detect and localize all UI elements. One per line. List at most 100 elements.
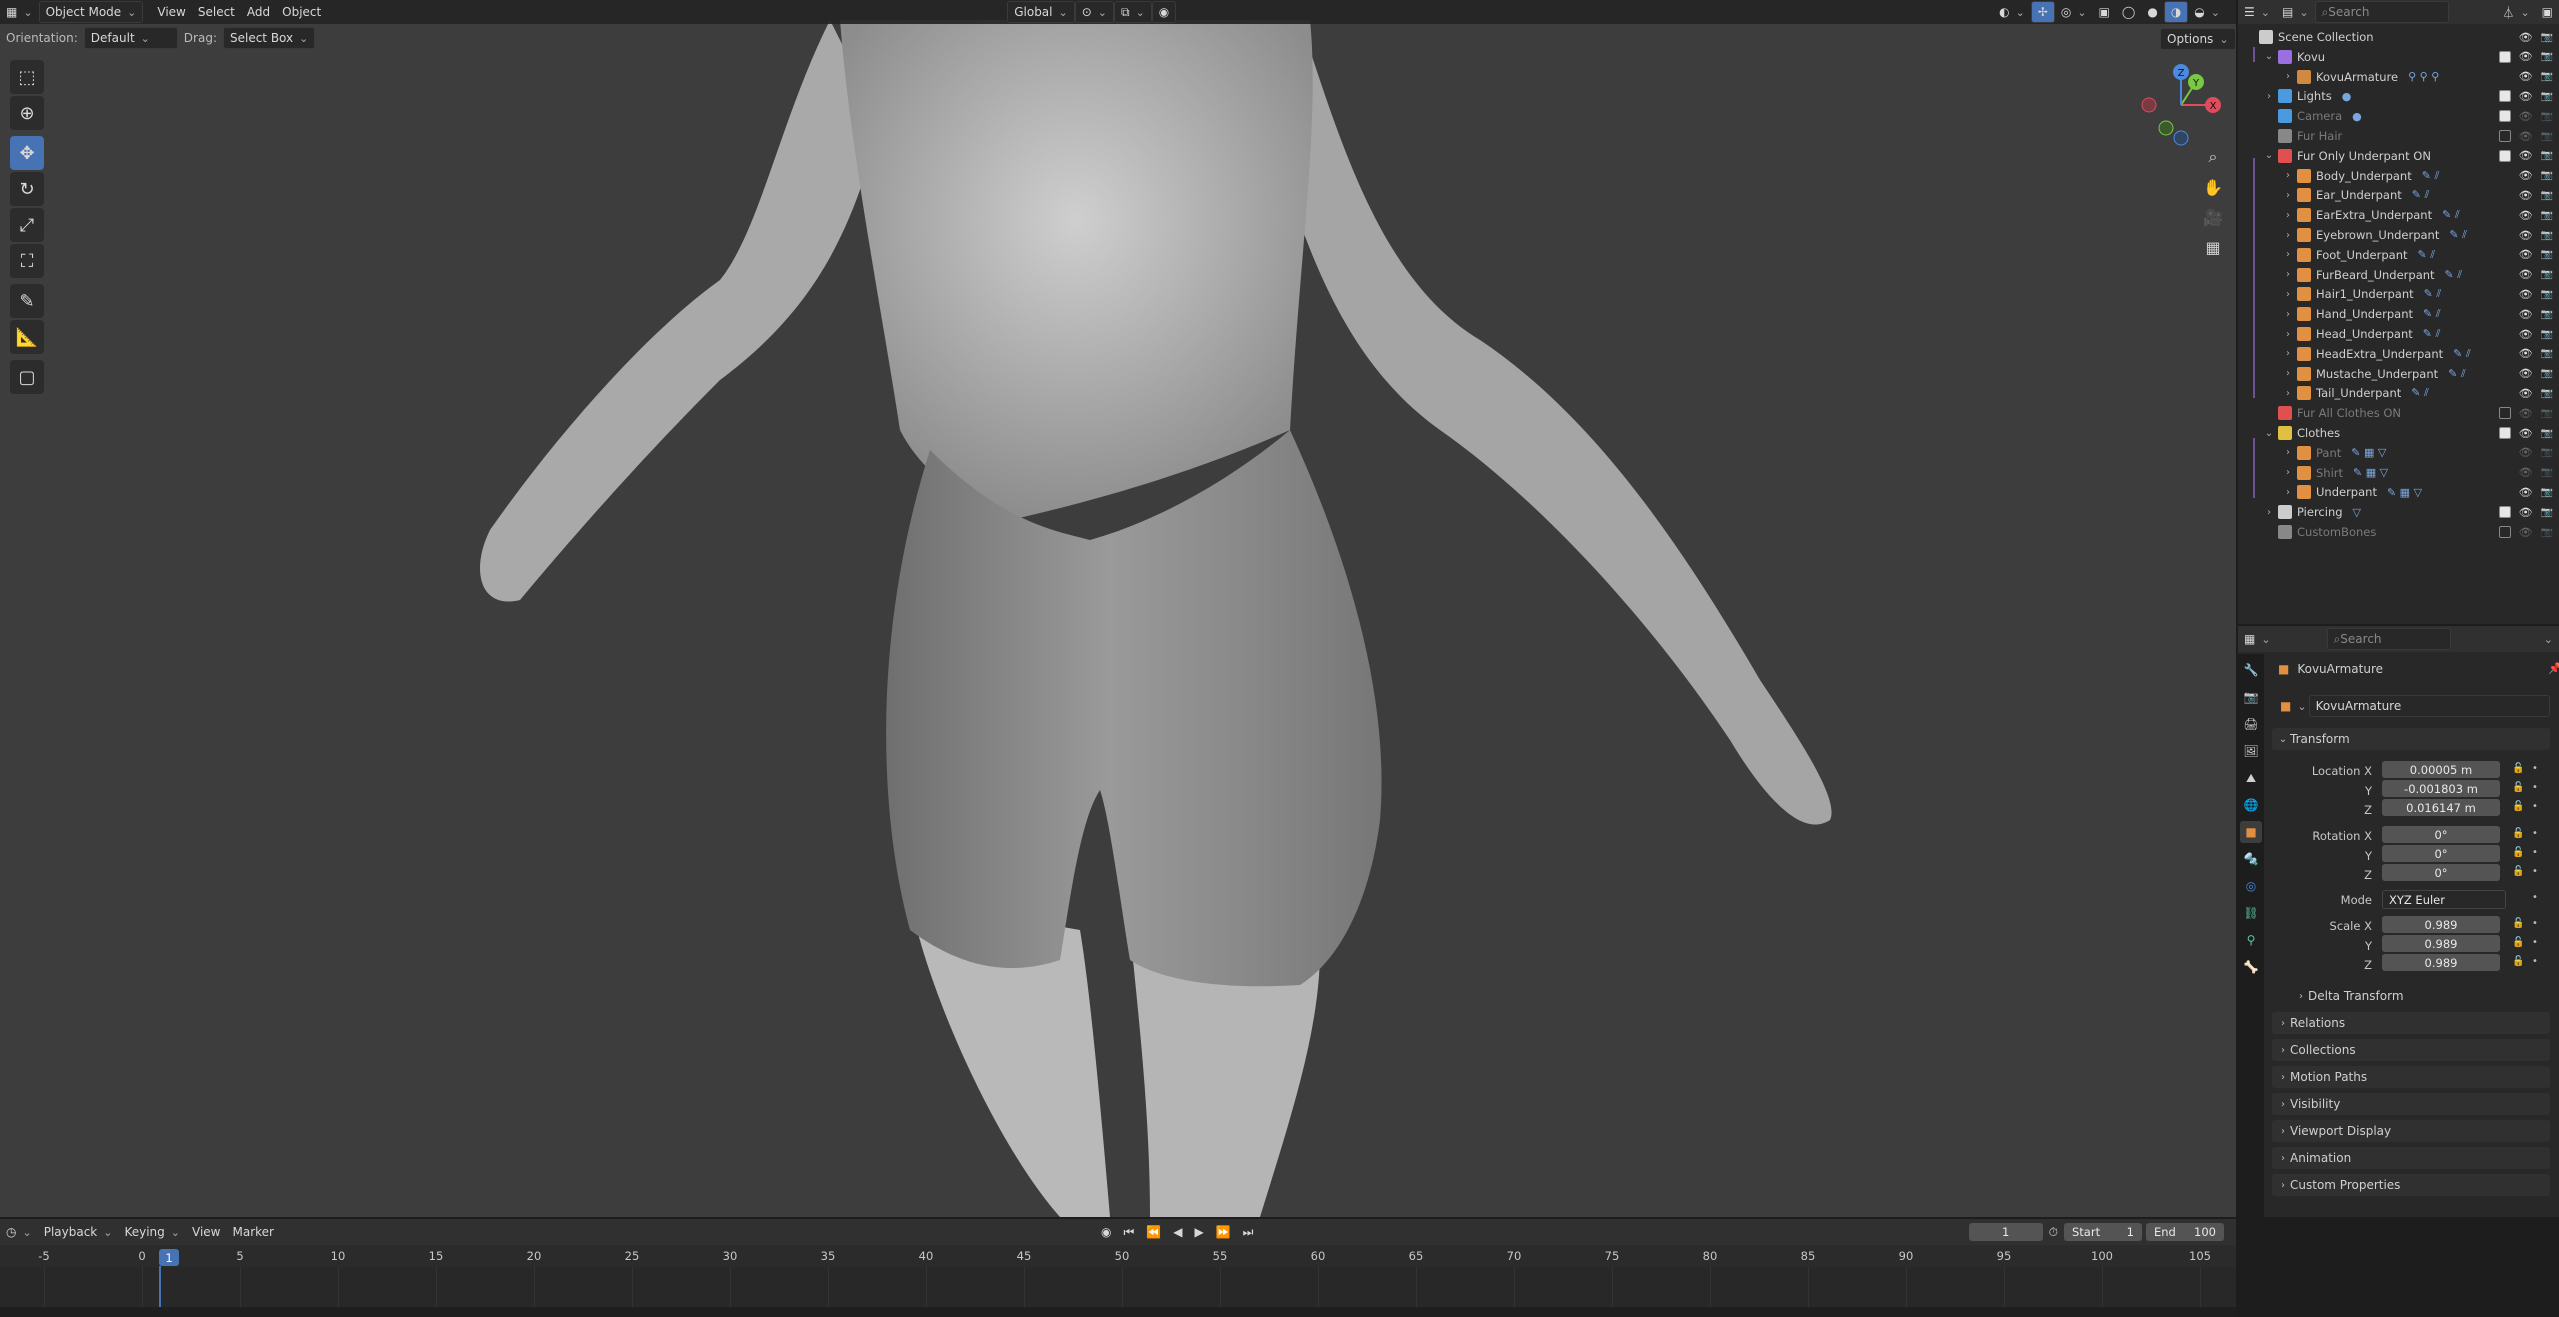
scale-z-field[interactable]: 0.989 bbox=[2382, 954, 2500, 971]
expand-chevron-icon[interactable]: ⌄ bbox=[2263, 150, 2275, 161]
scale-x-field[interactable]: 0.989 bbox=[2382, 916, 2500, 933]
panel-header[interactable]: › Delta Transform bbox=[2290, 985, 2550, 1007]
panel-header[interactable]: › Visibility bbox=[2272, 1093, 2550, 1115]
eye-icon[interactable]: 👁 bbox=[2519, 50, 2533, 63]
expand-chevron-icon[interactable]: › bbox=[2282, 71, 2294, 82]
outliner-row[interactable]: › Hair1_Underpant ✎ ⫽ 👁 📷 bbox=[2238, 284, 2559, 304]
outliner-row[interactable]: › Tail_Underpant ✎ ⫽ 👁 📷 bbox=[2238, 383, 2559, 403]
eye-icon[interactable]: 👁 bbox=[2519, 209, 2533, 222]
rendered-shading-icon[interactable]: ◒ bbox=[2188, 2, 2226, 22]
exclude-checkbox[interactable] bbox=[2498, 506, 2511, 519]
exclude-checkbox[interactable] bbox=[2498, 149, 2511, 162]
lock-icon[interactable]: 🔓 bbox=[2512, 763, 2524, 774]
eye-icon[interactable]: 👁 bbox=[2519, 506, 2533, 519]
outliner-search-input[interactable]: ⌕ Search bbox=[2314, 1, 2449, 23]
eye-icon[interactable]: 👁 bbox=[2519, 328, 2533, 341]
eye-icon[interactable]: 👁 bbox=[2519, 427, 2533, 440]
panel-header[interactable]: › Viewport Display bbox=[2272, 1120, 2550, 1142]
expand-chevron-icon[interactable]: › bbox=[2282, 210, 2294, 221]
menu-object[interactable]: Object bbox=[276, 2, 327, 22]
camera-icon[interactable]: 📷 bbox=[2541, 368, 2553, 379]
exclude-checkbox[interactable] bbox=[2498, 407, 2511, 420]
keyframe-dot-icon[interactable]: • bbox=[2532, 918, 2538, 929]
eye-icon[interactable]: 👁 bbox=[2519, 31, 2533, 44]
eye-icon[interactable]: 👁 bbox=[2519, 288, 2533, 301]
perspective-toggle-icon[interactable]: ▦ bbox=[2198, 232, 2228, 262]
panel-header[interactable]: › Custom Properties bbox=[2272, 1174, 2550, 1196]
keyframe-dot-icon[interactable]: • bbox=[2532, 782, 2538, 793]
outliner-row[interactable]: › Pant ✎ ▦ ▽ 👁 📷 bbox=[2238, 443, 2559, 463]
expand-chevron-icon[interactable]: ⌄ bbox=[2263, 428, 2275, 439]
outliner-row[interactable]: › Shirt ✎ ▦ ▽ 👁 📷 bbox=[2238, 463, 2559, 483]
camera-icon[interactable]: 📷 bbox=[2541, 408, 2553, 419]
eye-icon[interactable]: 👁 bbox=[2519, 189, 2533, 202]
outliner-row[interactable]: › KovuArmature ⚲ ⚲ ⚲ 👁 📷 bbox=[2238, 67, 2559, 87]
keyframe-dot-icon[interactable]: • bbox=[2532, 866, 2538, 877]
eye-icon[interactable]: 👁 bbox=[2519, 268, 2533, 281]
expand-chevron-icon[interactable]: › bbox=[2282, 249, 2294, 260]
filter-icon[interactable]: ⏃ bbox=[2496, 2, 2535, 22]
rotation-y-field[interactable]: 0° bbox=[2382, 845, 2500, 862]
end-frame-field[interactable]: End 100 bbox=[2146, 1223, 2224, 1241]
expand-chevron-icon[interactable]: › bbox=[2282, 388, 2294, 399]
camera-icon[interactable]: 📷 bbox=[2541, 329, 2553, 340]
exclude-checkbox[interactable] bbox=[2498, 50, 2511, 63]
camera-icon[interactable]: 📷 bbox=[2541, 309, 2553, 320]
wireframe-shading-icon[interactable]: ◯ bbox=[2116, 2, 2141, 22]
current-frame-field[interactable]: 1 bbox=[1968, 1223, 2043, 1241]
expand-chevron-icon[interactable]: › bbox=[2282, 348, 2294, 359]
proportional-edit-icon[interactable]: ◉ bbox=[1151, 1, 1177, 23]
visibility-icon[interactable]: ◐ bbox=[1993, 2, 2031, 22]
eye-icon[interactable]: 👁 bbox=[2519, 466, 2533, 479]
outliner-row[interactable]: ⌄ Kovu 👁 📷 bbox=[2238, 47, 2559, 67]
lock-icon[interactable]: 🔓 bbox=[2512, 956, 2524, 967]
lock-icon[interactable]: 🔓 bbox=[2512, 866, 2524, 877]
lock-icon[interactable]: 🔓 bbox=[2512, 782, 2524, 793]
editor-type-icon[interactable]: ▦ bbox=[0, 2, 39, 22]
bone-tab-icon[interactable]: 🦴 bbox=[2240, 956, 2262, 978]
play-reverse-icon[interactable]: ◀ bbox=[1167, 1222, 1188, 1242]
keyframe-dot-icon[interactable]: • bbox=[2532, 828, 2538, 839]
eye-icon[interactable]: 👁 bbox=[2519, 90, 2533, 103]
outliner-row[interactable]: › FurBeard_Underpant ✎ ⫽ 👁 📷 bbox=[2238, 265, 2559, 285]
camera-icon[interactable]: 📷 bbox=[2541, 210, 2553, 221]
eye-icon[interactable]: 👁 bbox=[2519, 169, 2533, 182]
camera-icon[interactable]: 📷 bbox=[2541, 289, 2553, 300]
zoom-icon[interactable]: ⌕ bbox=[2198, 142, 2228, 172]
camera-icon[interactable]: 📷 bbox=[2541, 428, 2553, 439]
location-z-field[interactable]: 0.016147 m bbox=[2382, 799, 2500, 816]
outliner-editor-type-icon[interactable]: ☰ bbox=[2238, 2, 2276, 22]
camera-view-icon[interactable]: 🎥 bbox=[2198, 202, 2228, 232]
exclude-checkbox[interactable] bbox=[2498, 110, 2511, 123]
menu-timeline-view[interactable]: View bbox=[186, 1222, 226, 1242]
outliner-row[interactable]: Fur Hair 👁 📷 bbox=[2238, 126, 2559, 146]
select-box-icon[interactable]: ⬚ bbox=[10, 60, 44, 94]
playhead[interactable]: 1 bbox=[159, 1249, 179, 1266]
move-icon[interactable]: ✥ bbox=[10, 136, 44, 170]
scene-tab-icon[interactable]: ⛰ bbox=[2240, 767, 2262, 789]
rotation-z-field[interactable]: 0° bbox=[2382, 864, 2500, 881]
camera-icon[interactable]: 📷 bbox=[2541, 249, 2553, 260]
modifiers-tab-icon[interactable]: 🔩 bbox=[2240, 848, 2262, 870]
keyframe-dot-icon[interactable]: • bbox=[2532, 763, 2538, 774]
outliner-row[interactable]: › Underpant ✎ ▦ ▽ 👁 📷 bbox=[2238, 482, 2559, 502]
outliner-row[interactable]: › Ear_Underpant ✎ ⫽ 👁 📷 bbox=[2238, 185, 2559, 205]
transform-icon[interactable]: ⛶ bbox=[10, 244, 44, 278]
menu-keying[interactable]: Keying bbox=[118, 1222, 186, 1242]
eye-icon[interactable]: 👁 bbox=[2519, 110, 2533, 123]
annotate-icon[interactable]: ✎ bbox=[10, 284, 44, 318]
options-button[interactable]: Options bbox=[2160, 28, 2236, 50]
camera-icon[interactable]: 📷 bbox=[2541, 487, 2553, 498]
keyframe-dot-icon[interactable]: • bbox=[2532, 937, 2538, 948]
menu-add[interactable]: Add bbox=[241, 2, 276, 22]
lock-icon[interactable]: 🔓 bbox=[2512, 918, 2524, 929]
camera-icon[interactable]: 📷 bbox=[2541, 71, 2553, 82]
start-frame-field[interactable]: Start 1 bbox=[2064, 1223, 2142, 1241]
camera-icon[interactable]: 📷 bbox=[2541, 230, 2553, 241]
expand-chevron-icon[interactable]: › bbox=[2282, 269, 2294, 280]
render-tab-icon[interactable]: 📷 bbox=[2240, 686, 2262, 708]
outliner-row[interactable]: ⌄ Fur Only Underpant ON 👁 📷 bbox=[2238, 146, 2559, 166]
outliner-row[interactable]: › Piercing ▽ 👁 📷 bbox=[2238, 502, 2559, 522]
measure-icon[interactable]: 📐 bbox=[10, 320, 44, 354]
camera-icon[interactable]: 📷 bbox=[2541, 91, 2553, 102]
